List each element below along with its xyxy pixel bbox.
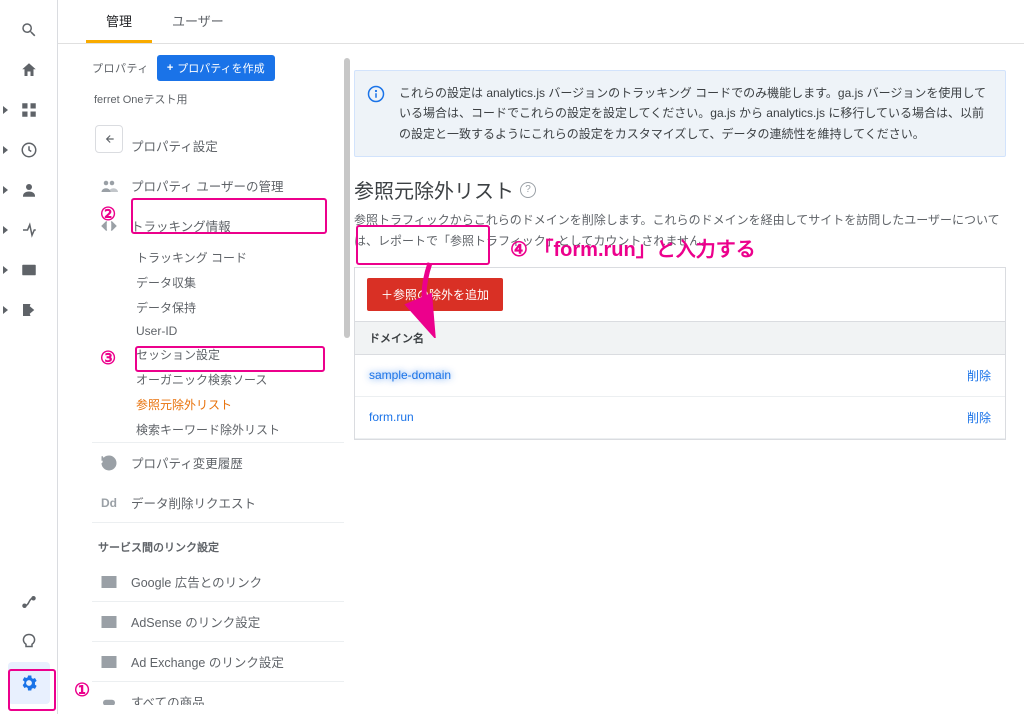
nav-label: データ削除リクエスト xyxy=(131,493,256,512)
sub-session-settings[interactable]: セッション設定 xyxy=(136,342,344,367)
nav-tracking-info[interactable]: トラッキング情報 xyxy=(92,205,344,245)
annotation-caption-4: 「form.run」と入力する xyxy=(534,239,756,261)
back-button[interactable] xyxy=(95,125,123,153)
help-icon[interactable]: ? xyxy=(520,182,536,198)
left-rail xyxy=(0,0,58,714)
nav-property-settings[interactable]: プロパティ設定 xyxy=(92,125,344,165)
tab-user[interactable]: ユーザー xyxy=(152,0,244,43)
link-icon xyxy=(98,653,120,671)
property-label: プロパティ xyxy=(92,60,149,76)
nav-google-ads-link[interactable]: Google 広告とのリンク xyxy=(92,561,344,601)
nav-conversions-icon[interactable] xyxy=(17,298,41,322)
info-icon xyxy=(367,85,385,103)
admin-tabs: 管理 ユーザー xyxy=(58,0,1024,44)
annotation-num-1: ① xyxy=(74,680,90,701)
create-property-button[interactable]: プロパティを作成 xyxy=(157,55,275,81)
users-icon xyxy=(98,177,120,195)
table-row: sample-domain 削除 xyxy=(355,355,1005,397)
table-row: form.run 削除 xyxy=(355,397,1005,439)
nav-dashboards-icon[interactable] xyxy=(17,98,41,122)
nav-adexchange-link[interactable]: Ad Exchange のリンク設定 xyxy=(92,641,344,681)
property-name[interactable]: ferret Oneテスト用 xyxy=(94,91,344,107)
tab-admin[interactable]: 管理 xyxy=(86,0,152,43)
nav-change-history[interactable]: プロパティ変更履歴 xyxy=(92,442,344,482)
nav-data-delete[interactable]: Dd データ削除リクエスト xyxy=(92,482,344,522)
nav-label: すべての商品 xyxy=(131,692,205,705)
domain-cell[interactable]: sample-domain xyxy=(355,356,885,394)
search-icon[interactable] xyxy=(17,18,41,42)
nav-label: Google 広告とのリンク xyxy=(131,572,262,591)
sub-data-collection[interactable]: データ収集 xyxy=(136,270,344,295)
domain-cell[interactable]: form.run xyxy=(355,398,885,436)
discover-icon[interactable] xyxy=(17,630,41,654)
nav-label: Ad Exchange のリンク設定 xyxy=(131,652,284,671)
nav-realtime-icon[interactable] xyxy=(17,138,41,162)
dd-icon: Dd xyxy=(98,496,120,510)
annotation-text-4: ④ 「form.run」と入力する xyxy=(510,233,756,262)
nav-adsense-link[interactable]: AdSense のリンク設定 xyxy=(92,601,344,641)
delete-link[interactable]: 削除 xyxy=(885,355,1005,396)
annotation-num-3: ③ xyxy=(100,348,116,369)
home-icon[interactable] xyxy=(17,58,41,82)
nav-label: プロパティ ユーザーの管理 xyxy=(131,176,283,195)
info-banner: これらの設定は analytics.js バージョンのトラッキング コードでのみ… xyxy=(354,70,1006,157)
admin-gear-icon[interactable] xyxy=(8,662,50,704)
link-section-label: サービス間のリンク設定 xyxy=(92,522,344,561)
link-icon xyxy=(98,613,120,631)
nav-label: AdSense のリンク設定 xyxy=(131,612,260,631)
annotation-num-2: ② xyxy=(100,204,116,225)
nav-property-users[interactable]: プロパティ ユーザーの管理 xyxy=(92,165,344,205)
sub-keyword-exclusion[interactable]: 検索キーワード除外リスト xyxy=(136,417,344,442)
sub-user-id[interactable]: User-ID xyxy=(136,320,344,342)
nav-label: プロパティ設定 xyxy=(131,136,218,155)
history-icon xyxy=(98,454,120,472)
nav-acquisition-icon[interactable] xyxy=(17,218,41,242)
midcol-scrollbar[interactable] xyxy=(344,58,350,338)
sub-organic-sources[interactable]: オーガニック検索ソース xyxy=(136,367,344,392)
nav-label: プロパティ変更履歴 xyxy=(131,453,243,472)
page-title-text: 参照元除外リスト xyxy=(354,175,514,204)
nav-audience-icon[interactable] xyxy=(17,178,41,202)
property-column: プロパティ プロパティを作成 ferret Oneテスト用 プロパティ設定 プロ… xyxy=(92,55,344,705)
products-icon xyxy=(98,693,120,706)
nav-all-products[interactable]: すべての商品 xyxy=(92,681,344,705)
nav-behavior-icon[interactable] xyxy=(17,258,41,282)
link-icon xyxy=(98,573,120,591)
tracking-sublist: トラッキング コード データ収集 データ保持 User-ID セッション設定 オ… xyxy=(92,245,344,442)
annotation-arrow xyxy=(400,258,460,338)
sub-referral-exclusion[interactable]: 参照元除外リスト xyxy=(136,392,344,417)
page-title: 参照元除外リスト ? xyxy=(354,175,1006,204)
delete-link[interactable]: 削除 xyxy=(885,397,1005,438)
nav-label: トラッキング情報 xyxy=(131,216,231,235)
sub-tracking-code[interactable]: トラッキング コード xyxy=(136,245,344,270)
attribution-icon[interactable] xyxy=(17,590,41,614)
sub-data-retention[interactable]: データ保持 xyxy=(136,295,344,320)
annotation-num-4: ④ xyxy=(510,239,528,261)
info-text: これらの設定は analytics.js バージョンのトラッキング コードでのみ… xyxy=(399,86,986,141)
